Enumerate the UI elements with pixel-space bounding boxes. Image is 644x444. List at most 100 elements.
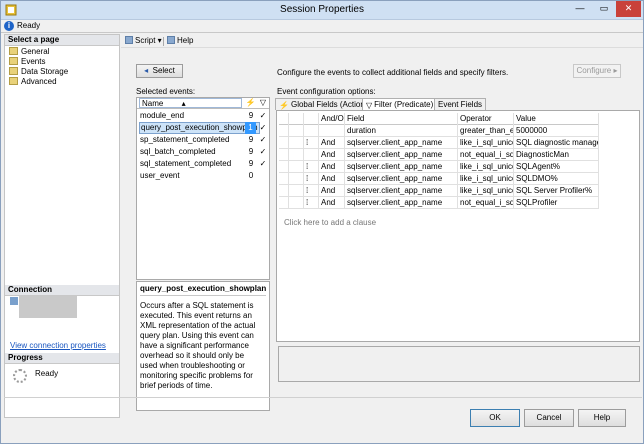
filter-row[interactable]: And sqlserver.client_app_name not_equal_… [279, 149, 599, 161]
row-selector[interactable] [279, 149, 289, 161]
page-general[interactable]: General [9, 47, 49, 57]
field-cell[interactable]: sqlserver.client_app_name [345, 173, 458, 185]
operator-cell[interactable]: like_i_sql_unico... [458, 173, 514, 185]
event-row[interactable]: module_end 9 ✓ [137, 110, 269, 122]
field-cell[interactable]: sqlserver.client_app_name [345, 137, 458, 149]
row-selector[interactable] [279, 197, 289, 209]
tab-filter-predicate-label: Filter (Predicate) [374, 100, 434, 109]
row-selector[interactable] [279, 161, 289, 173]
event-filter-check: ✓ [259, 135, 267, 144]
grid-header [304, 113, 319, 125]
operator-cell[interactable]: like_i_sql_unico... [458, 161, 514, 173]
row-selector[interactable] [279, 185, 289, 197]
select-button[interactable]: ◂ Select [136, 64, 183, 78]
title-bar[interactable]: Session Properties — ▭ ✕ [1, 1, 643, 20]
value-cell[interactable]: SQLAgent% [514, 161, 599, 173]
row-selector[interactable] [279, 173, 289, 185]
tab-global-fields[interactable]: ⚡ Global Fields (Actions) [275, 98, 376, 110]
status-bar: i Ready [1, 20, 643, 33]
maximize-button[interactable]: ▭ [592, 1, 616, 17]
configure-button[interactable]: Configure ▸ [573, 64, 621, 78]
andor-cell[interactable]: And [319, 161, 345, 173]
view-connection-properties-link[interactable]: View connection properties [10, 341, 106, 350]
andor-cell[interactable]: And [319, 149, 345, 161]
page-advanced[interactable]: Advanced [9, 77, 57, 87]
field-cell[interactable]: duration [345, 125, 458, 137]
events-list-header: Name ▴ ⚡ ▽ [137, 98, 269, 109]
page-events[interactable]: Events [9, 57, 45, 67]
lightning-icon[interactable]: ⚡ [244, 98, 257, 108]
name-column-header[interactable]: Name ▴ [139, 98, 242, 108]
tab-event-fields[interactable]: Event Fields [434, 98, 487, 110]
help-toolbar-label[interactable]: Help [177, 36, 193, 45]
filter-row[interactable]: ⁞ And sqlserver.client_app_name not_equa… [279, 197, 599, 209]
andor-cell[interactable]: And [319, 137, 345, 149]
operator-cell[interactable]: greater_than_e... [458, 125, 514, 137]
help-toolbar-button[interactable]: Help [167, 36, 193, 46]
event-name: sp_statement_completed [140, 135, 230, 144]
value-cell[interactable]: DiagnosticMan [514, 149, 599, 161]
event-row[interactable]: sql_batch_completed 9 ✓ [137, 146, 269, 158]
instruction-text: Configure the events to collect addition… [277, 68, 509, 77]
event-row[interactable]: sp_statement_completed 9 ✓ [137, 134, 269, 146]
event-row-selected[interactable]: query_post_execution_showplan 1 ✓ [137, 122, 269, 134]
filter-row[interactable]: ⁞ And sqlserver.client_app_name like_i_s… [279, 173, 599, 185]
configure-arrow-icon: ▸ [613, 66, 618, 75]
event-row[interactable]: user_event 0 [137, 170, 269, 182]
page-icon [9, 47, 18, 55]
grid-header-field: Field [345, 113, 458, 125]
connection-info-redacted [19, 296, 77, 318]
select-page-header: Select a page [5, 35, 119, 46]
operator-cell[interactable]: not_equal_i_sql_... [458, 197, 514, 209]
page-icon [9, 77, 18, 85]
toolbar-separator [163, 37, 164, 46]
filter-row[interactable]: ⁞ And sqlserver.client_app_name like_i_s… [279, 161, 599, 173]
filter-row[interactable]: ⁞ And sqlserver.client_app_name like_i_s… [279, 185, 599, 197]
operator-cell[interactable]: like_i_sql_unico... [458, 137, 514, 149]
grouping-cell [289, 173, 304, 185]
add-clause-row[interactable]: Click here to add a clause [284, 218, 376, 227]
filter-row[interactable]: ⁞ And sqlserver.client_app_name like_i_s… [279, 137, 599, 149]
ok-button[interactable]: OK [470, 409, 520, 427]
operator-cell[interactable]: like_i_sql_unico... [458, 185, 514, 197]
value-cell[interactable]: SQLDMO% [514, 173, 599, 185]
event-row[interactable]: sql_statement_completed 9 ✓ [137, 158, 269, 170]
close-button[interactable]: ✕ [616, 1, 641, 17]
value-cell[interactable]: 5000000 [514, 125, 599, 137]
progress-text: Ready [35, 369, 59, 378]
field-cell[interactable]: sqlserver.client_app_name [345, 161, 458, 173]
grid-header [279, 113, 289, 125]
andor-cell[interactable] [319, 125, 345, 137]
andor-cell[interactable]: And [319, 173, 345, 185]
select-arrow-icon: ◂ [144, 66, 149, 75]
row-selector[interactable] [279, 125, 289, 137]
cancel-button[interactable]: Cancel [524, 409, 574, 427]
page-data-storage[interactable]: Data Storage [9, 67, 68, 77]
script-button[interactable]: Script ▾ [125, 36, 162, 46]
progress-header: Progress [5, 353, 119, 364]
event-filter-check: ✓ [259, 159, 267, 168]
event-description-title: query_post_execution_showplan [140, 284, 266, 296]
field-cell[interactable]: sqlserver.client_app_name [345, 149, 458, 161]
filter-detail-panel [278, 346, 640, 382]
sort-asc-icon: ▴ [181, 99, 186, 108]
row-selector[interactable] [279, 137, 289, 149]
value-cell[interactable]: SQLProfiler [514, 197, 599, 209]
field-cell[interactable]: sqlserver.client_app_name [345, 185, 458, 197]
minimize-button[interactable]: — [568, 1, 592, 17]
field-cell[interactable]: sqlserver.client_app_name [345, 197, 458, 209]
footer-divider [4, 397, 642, 398]
operator-cell[interactable]: not_equal_i_sql_... [458, 149, 514, 161]
andor-cell[interactable]: And [319, 185, 345, 197]
filter-icon[interactable]: ▽ [257, 98, 269, 108]
event-name: sql_statement_completed [140, 159, 232, 168]
page-data-storage-label: Data Storage [21, 67, 69, 76]
value-cell[interactable]: SQL diagnostic manager% [514, 137, 599, 149]
value-cell[interactable]: SQL Server Profiler% [514, 185, 599, 197]
help-button[interactable]: Help [578, 409, 626, 427]
filter-row[interactable]: duration greater_than_e... 5000000 [279, 125, 599, 137]
tab-global-fields-label: Global Fields (Actions) [290, 100, 372, 109]
selected-events-list[interactable]: Name ▴ ⚡ ▽ module_end 9 ✓ query_post_exe… [136, 97, 270, 280]
andor-cell[interactable]: And [319, 197, 345, 209]
name-column-label: Name [142, 99, 164, 108]
